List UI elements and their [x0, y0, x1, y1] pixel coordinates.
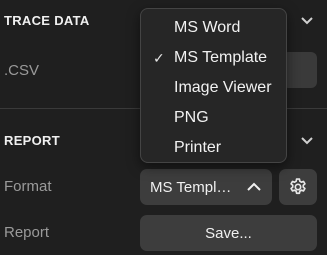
report-label: Report [4, 224, 50, 241]
gear-icon [290, 178, 306, 195]
format-select[interactable]: MS Templ… [140, 169, 272, 205]
format-option-label: Image Viewer [174, 79, 272, 96]
format-option-label: Printer [174, 139, 222, 156]
format-label: Format [4, 178, 52, 195]
trace-data-title: TRACE DATA [4, 13, 90, 28]
format-dropdown-menu: MS Word ✓ MS Template Image Viewer PNG P… [140, 8, 287, 163]
save-report-button[interactable]: Save... [140, 215, 317, 251]
format-option-png[interactable]: PNG [141, 103, 286, 133]
format-option-ms-word[interactable]: MS Word [141, 13, 286, 43]
csv-export-button[interactable] [282, 52, 317, 88]
format-option-label: MS Word [174, 19, 241, 36]
chevron-up-icon [247, 182, 261, 191]
format-select-value: MS Templ… [150, 178, 232, 196]
format-option-printer[interactable]: Printer [141, 133, 286, 163]
format-settings-button[interactable] [279, 169, 317, 205]
format-option-ms-template[interactable]: ✓ MS Template [141, 43, 286, 73]
report-title: REPORT [4, 133, 60, 148]
format-option-label: PNG [174, 109, 209, 126]
chevron-down-icon[interactable] [300, 136, 314, 146]
chevron-down-icon[interactable] [300, 16, 314, 26]
format-option-image-viewer[interactable]: Image Viewer [141, 73, 286, 103]
csv-label: .CSV [4, 62, 40, 79]
checkmark-icon: ✓ [153, 50, 165, 66]
format-option-label: MS Template [174, 49, 268, 66]
